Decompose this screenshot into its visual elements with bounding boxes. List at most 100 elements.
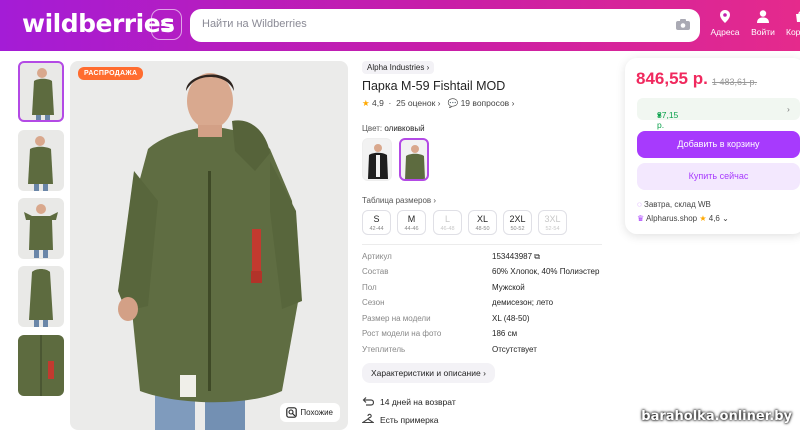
thumbnail-4[interactable] xyxy=(18,266,64,327)
add-to-cart-button[interactable]: Добавить в корзину xyxy=(637,131,800,158)
brand-name: Alpha Industries xyxy=(367,63,425,72)
size-label: S xyxy=(373,214,380,224)
size-option[interactable]: M 44-46 xyxy=(397,210,426,235)
rating-value: 4,9 xyxy=(372,98,384,108)
divider xyxy=(362,244,602,245)
thumbnail-2[interactable] xyxy=(18,130,64,191)
spec-key: Пол xyxy=(362,283,377,292)
chevron-right-icon: › xyxy=(511,98,515,108)
search-input[interactable]: Найти на Wildberries xyxy=(190,9,700,42)
size-option[interactable]: 2XL 50-52 xyxy=(503,210,532,235)
article-number[interactable]: 153443987 ⧉ xyxy=(492,252,540,262)
search-placeholder: Найти на Wildberries xyxy=(202,18,307,30)
spec-value: 153443987 xyxy=(492,252,533,261)
questions-count[interactable]: 19 вопросов xyxy=(461,98,510,108)
size-range: 52-54 xyxy=(545,226,560,232)
star-icon: ★ xyxy=(362,98,370,108)
cart-icon xyxy=(795,11,800,22)
product-thumbnail-image xyxy=(29,269,53,327)
color-swatch-black[interactable] xyxy=(362,138,392,181)
delivery-text: Завтра, склад WB xyxy=(644,200,711,209)
chevron-right-icon: › xyxy=(426,63,430,72)
star-icon: ★ xyxy=(699,214,707,223)
spec-key: Рост модели на фото xyxy=(362,329,442,338)
thumbnail-1[interactable] xyxy=(18,61,64,122)
product-photo xyxy=(118,73,302,430)
chevron-right-icon: › xyxy=(433,196,437,205)
top-header: wildberries Найти на Wildberries Адреса … xyxy=(0,0,800,51)
color-value: оливковый xyxy=(384,124,425,133)
size-option[interactable]: XL 48-50 xyxy=(468,210,497,235)
feature-returns: 14 дней на возврат xyxy=(380,397,456,407)
reviews-count[interactable]: 25 оценок xyxy=(396,98,435,108)
main-product-image[interactable]: РАСПРОДАЖА Похожие xyxy=(70,61,348,430)
size-range: 42-44 xyxy=(369,226,384,232)
color-row: Цвет: оливковый xyxy=(362,124,425,133)
product-thumbnail-image xyxy=(32,68,54,120)
seller-rating: 4,6 xyxy=(708,214,720,223)
buy-now-button[interactable]: Купить сейчас xyxy=(637,163,800,190)
feature-fitting: Есть примерка xyxy=(380,415,439,425)
questions-icon: 💬 xyxy=(447,98,459,108)
spec-key: Размер на модели xyxy=(362,314,431,323)
wallet-price: 37,15 р. xyxy=(657,110,679,130)
spec-value: Отсутствует xyxy=(492,345,537,354)
size-option[interactable]: S 42-44 xyxy=(362,210,391,235)
nav-cart[interactable]: Кор xyxy=(786,10,800,37)
spec-value: демисезон; лето xyxy=(492,298,554,307)
color-swatch-olive[interactable] xyxy=(399,138,429,181)
color-label: Цвет: xyxy=(362,124,383,133)
details-button[interactable]: Характеристики и описание › xyxy=(362,363,495,383)
similar-label: Похожие xyxy=(300,408,333,417)
size-label: XL xyxy=(476,214,488,224)
copy-icon[interactable]: ⧉ xyxy=(534,252,540,261)
thumbnail-3[interactable] xyxy=(18,198,64,259)
nav-addresses[interactable]: Адреса xyxy=(710,10,740,37)
menu-icon xyxy=(161,20,173,22)
product-title: Парка M-59 Fishtail MOD xyxy=(362,79,506,93)
user-icon xyxy=(757,10,769,23)
product-thumbnail-image xyxy=(18,335,64,396)
nav-login[interactable]: Войти xyxy=(750,10,776,37)
seller-info[interactable]: ♛ Alpharus.shop ★ 4,6 ⌄ xyxy=(637,214,729,223)
old-price: 1 483,61 р. xyxy=(712,77,758,87)
sale-badge: РАСПРОДАЖА xyxy=(78,67,144,80)
spec-value: XL (48-50) xyxy=(492,314,530,323)
size-option-unavailable[interactable]: L 46-48 xyxy=(433,210,462,235)
size-range: 44-46 xyxy=(404,226,419,232)
thumbnail-5[interactable] xyxy=(18,335,64,396)
nav-label: Кор xyxy=(786,27,800,37)
spec-key: Артикул xyxy=(362,252,392,261)
spec-value: 186 см xyxy=(492,329,518,338)
similar-button[interactable]: Похожие xyxy=(280,403,340,422)
hanger-icon xyxy=(362,413,374,424)
brand-link[interactable]: Alpha Industries › xyxy=(362,61,435,74)
seller-name[interactable]: Alpharus.shop xyxy=(646,214,697,223)
nav-label: Адреса xyxy=(710,27,740,37)
size-option-unavailable[interactable]: 3XL 52-54 xyxy=(538,210,567,235)
seller-icon: ♛ xyxy=(637,214,645,223)
spec-value: Мужской xyxy=(492,283,525,292)
menu-icon-line xyxy=(161,28,173,30)
watermark: baraholka.onliner.by xyxy=(641,409,792,424)
wallet-price-row[interactable]: ▾ 37,15 р. › xyxy=(637,98,800,130)
spec-key: Состав xyxy=(362,267,389,276)
size-range: 50-52 xyxy=(510,226,525,232)
size-table-link[interactable]: Таблица размеров › xyxy=(362,196,436,205)
chevron-down-icon: ⌄ xyxy=(722,214,729,223)
size-label: 3XL xyxy=(544,214,561,224)
chevron-right-icon: › xyxy=(483,368,486,378)
size-range: 46-48 xyxy=(440,226,455,232)
return-icon xyxy=(362,397,374,406)
menu-button[interactable] xyxy=(151,9,182,40)
rating-row[interactable]: ★ 4,9 · 25 оценок › 💬 19 вопросов › xyxy=(362,98,514,109)
camera-icon[interactable] xyxy=(676,19,690,30)
details-label: Характеристики и описание xyxy=(371,368,481,378)
current-price: 846,55 р. xyxy=(636,69,708,88)
spec-value: 60% Хлопок, 40% Полиэстер xyxy=(492,267,600,276)
delivery-info: ◌ Завтра, склад WB xyxy=(637,200,711,209)
menu-icon-line xyxy=(161,24,173,26)
swatch-image xyxy=(405,145,425,179)
product-thumbnail-image xyxy=(24,204,58,258)
chevron-right-icon: › xyxy=(787,104,790,114)
